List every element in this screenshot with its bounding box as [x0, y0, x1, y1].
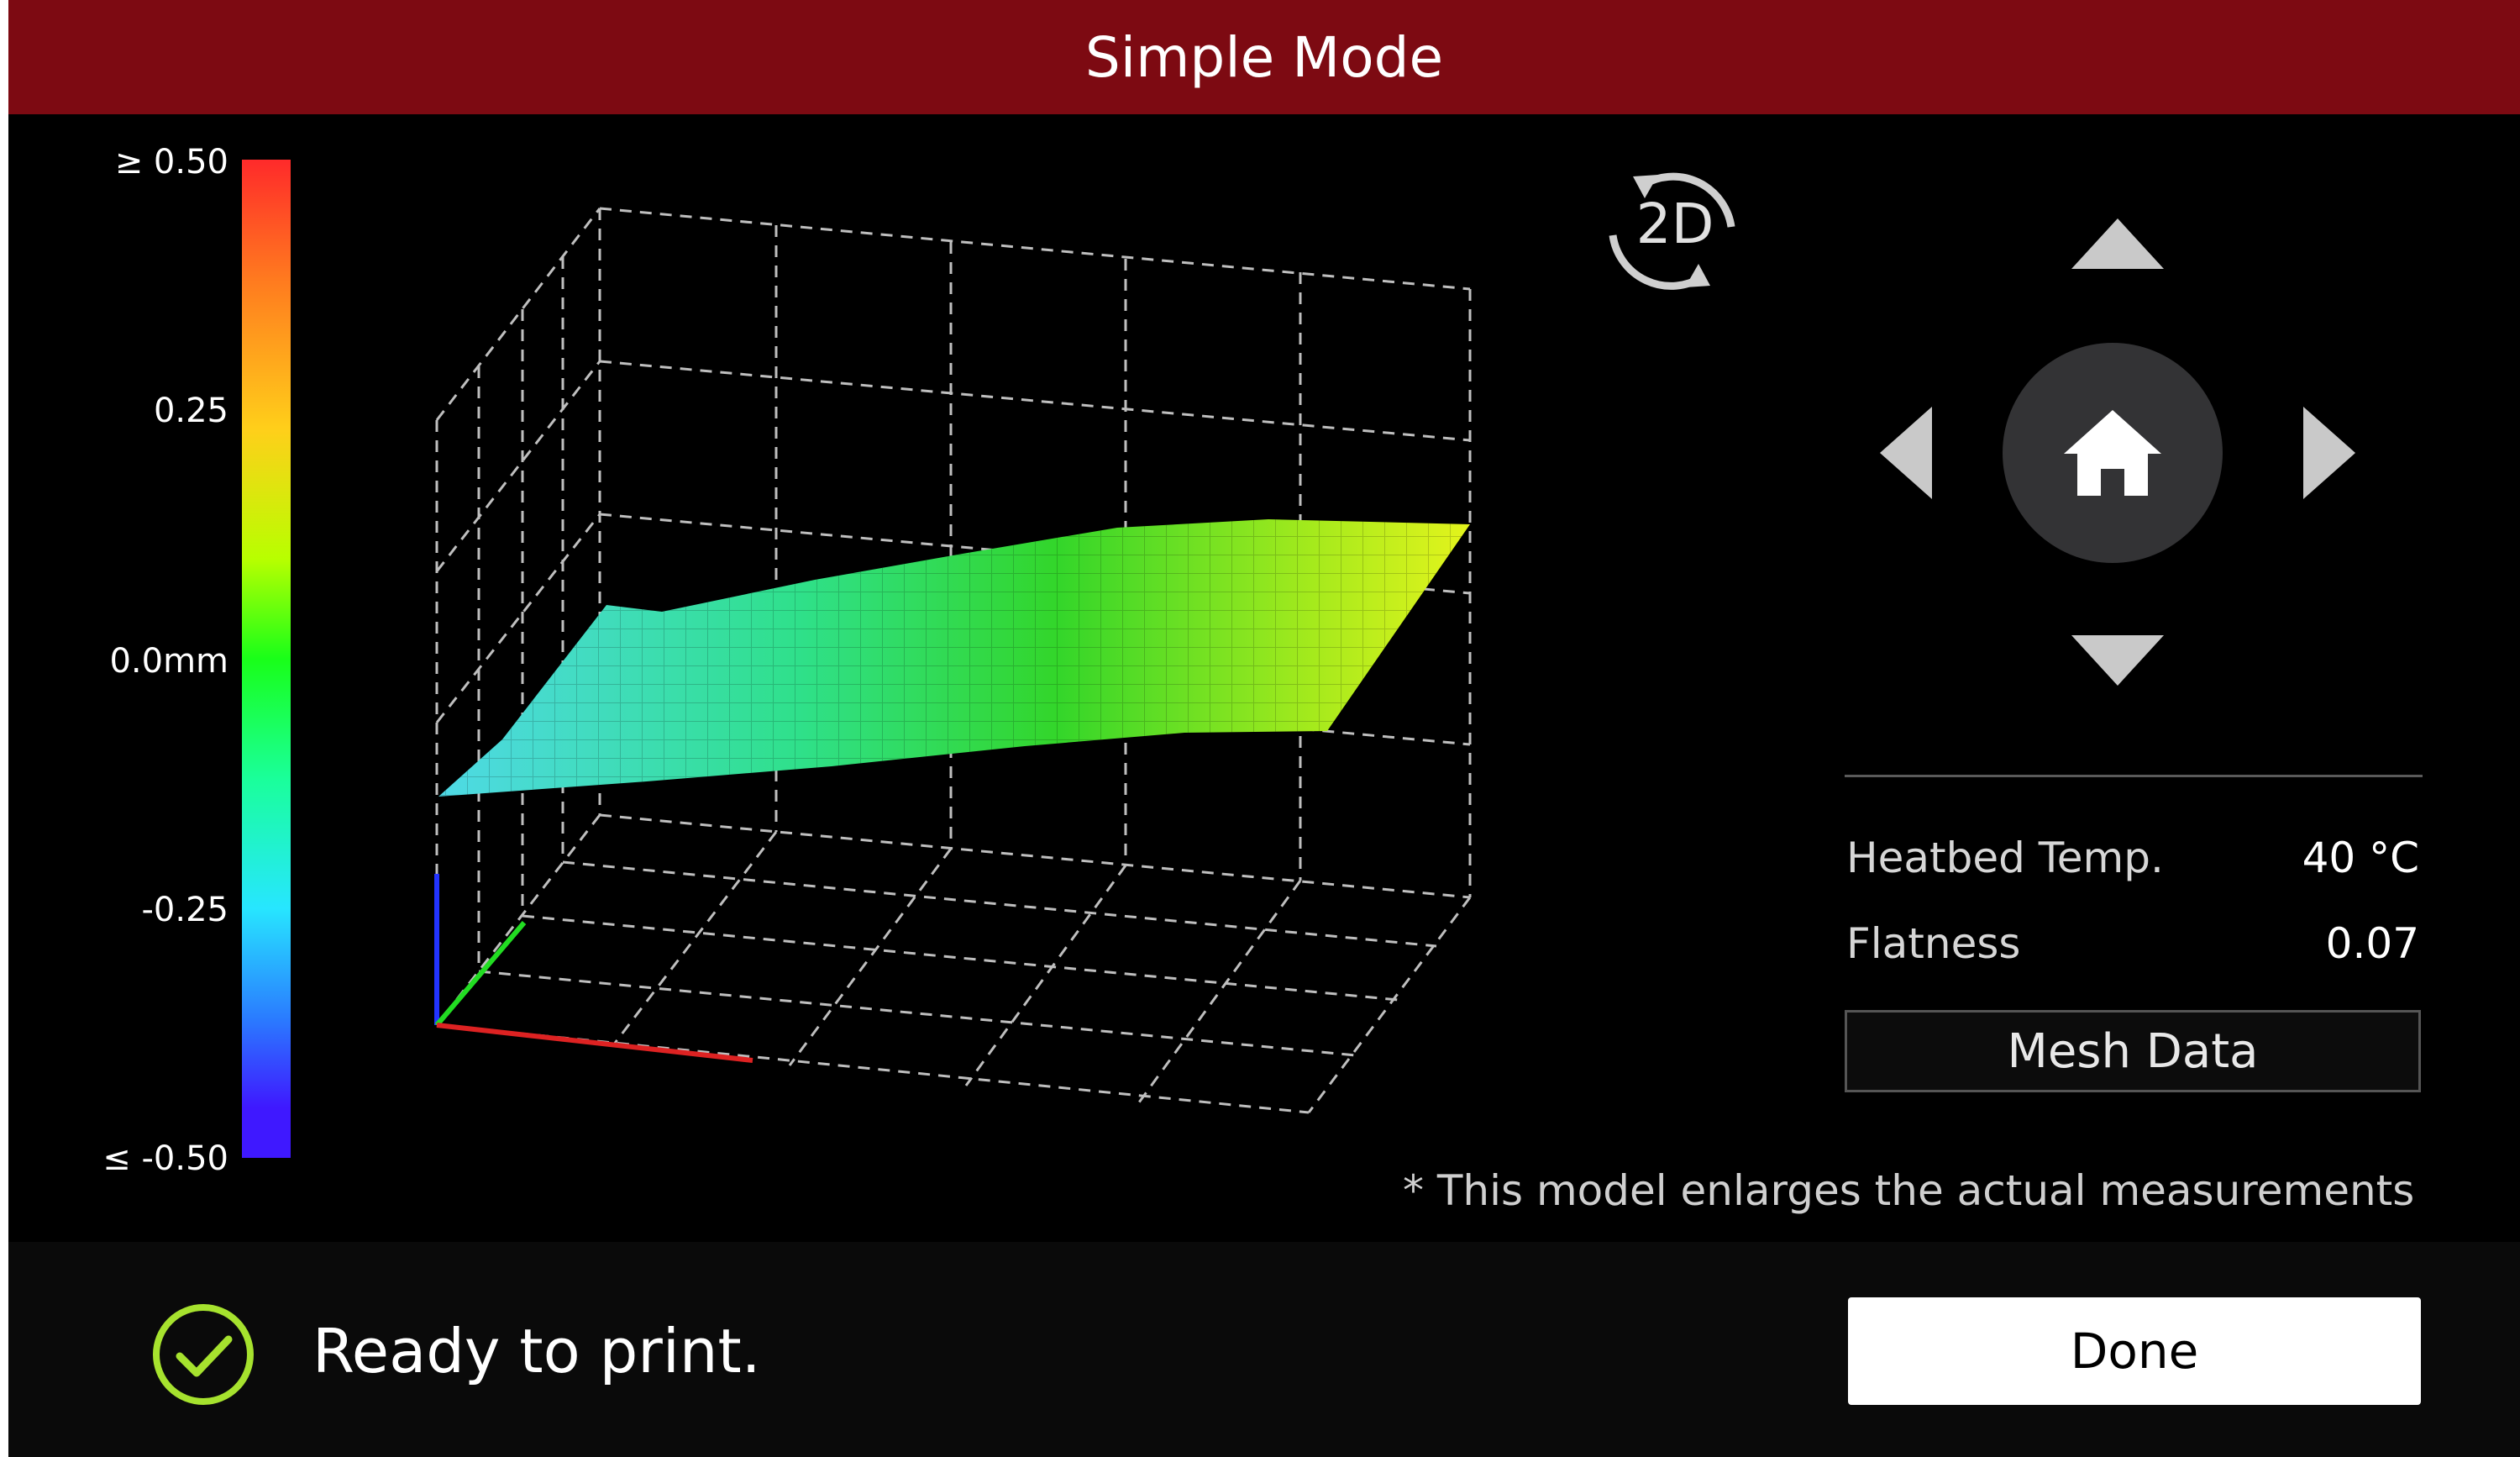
- flatness-value: 0.07: [2325, 919, 2419, 968]
- heatbed-temp-label: Heatbed Temp.: [1846, 834, 2164, 882]
- y-axis-line: [434, 921, 527, 1027]
- x-axis-line: [436, 1023, 753, 1063]
- mesh-data-button[interactable]: Mesh Data: [1845, 1010, 2421, 1092]
- arrow-down-icon[interactable]: [2071, 635, 2164, 689]
- grid-floor: [435, 814, 1472, 1114]
- heatbed-temp-value: 40 °C: [2302, 834, 2419, 882]
- divider: [1845, 775, 2423, 777]
- check-circle-icon: [153, 1304, 254, 1405]
- status-text: Ready to print.: [312, 1316, 761, 1386]
- view-2d-toggle[interactable]: 2D: [1593, 151, 1752, 311]
- arrow-left-icon[interactable]: [1878, 407, 1934, 499]
- done-button[interactable]: Done: [1848, 1297, 2421, 1405]
- home-button[interactable]: [2003, 343, 2223, 563]
- arrow-up-icon[interactable]: [2071, 215, 2164, 269]
- model-note: * This model enlarges the actual measure…: [1403, 1166, 2415, 1215]
- arrow-right-icon[interactable]: [2302, 407, 2357, 499]
- screen: Simple Mode ≥ 0.50 0.25 0.0mm -0.25 ≤ -0…: [8, 0, 2520, 1457]
- flatness-label: Flatness: [1846, 919, 2021, 968]
- home-icon: [2064, 410, 2161, 496]
- view-2d-label: 2D: [1635, 192, 1714, 256]
